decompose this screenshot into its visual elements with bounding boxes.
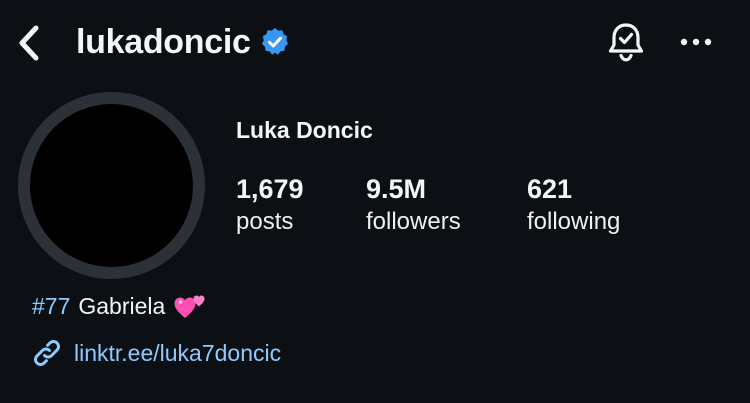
back-button[interactable]: [12, 22, 48, 64]
bio-text: Gabriela: [78, 293, 166, 319]
username-title: lukadoncic: [76, 20, 291, 64]
link-icon: [34, 340, 60, 366]
two-hearts-emoji-icon: [174, 295, 205, 318]
profile-link[interactable]: linktr.ee/luka7doncic: [30, 336, 281, 370]
username: lukadoncic: [76, 22, 251, 61]
link-text: linktr.ee/luka7doncic: [74, 339, 282, 366]
display-name: Luka Doncic: [236, 117, 373, 143]
posts-label: posts: [236, 208, 294, 235]
followers-count: 9.5M: [366, 174, 427, 204]
stat-followers[interactable]: 9.5M followers: [366, 172, 461, 238]
avatar-image: [30, 104, 193, 267]
chevron-left-icon: [19, 25, 39, 61]
followers-label: followers: [366, 208, 461, 235]
profile-header: lukadoncic: [0, 0, 750, 86]
stat-following[interactable]: 621 following: [527, 172, 620, 238]
more-options-button[interactable]: [676, 28, 716, 56]
bio: #77 Gabriela: [32, 290, 207, 322]
more-horizontal-icon: [680, 38, 712, 46]
stat-posts[interactable]: 1,679 posts: [236, 172, 304, 238]
notifications-button[interactable]: [605, 20, 647, 64]
profile-avatar[interactable]: [18, 92, 205, 279]
following-count: 621: [527, 174, 573, 204]
following-label: following: [527, 208, 621, 235]
posts-count: 1,679: [236, 174, 304, 204]
verified-badge-icon: [261, 28, 288, 55]
bio-hashtag[interactable]: #77: [32, 290, 70, 322]
bell-check-icon: [608, 23, 644, 62]
